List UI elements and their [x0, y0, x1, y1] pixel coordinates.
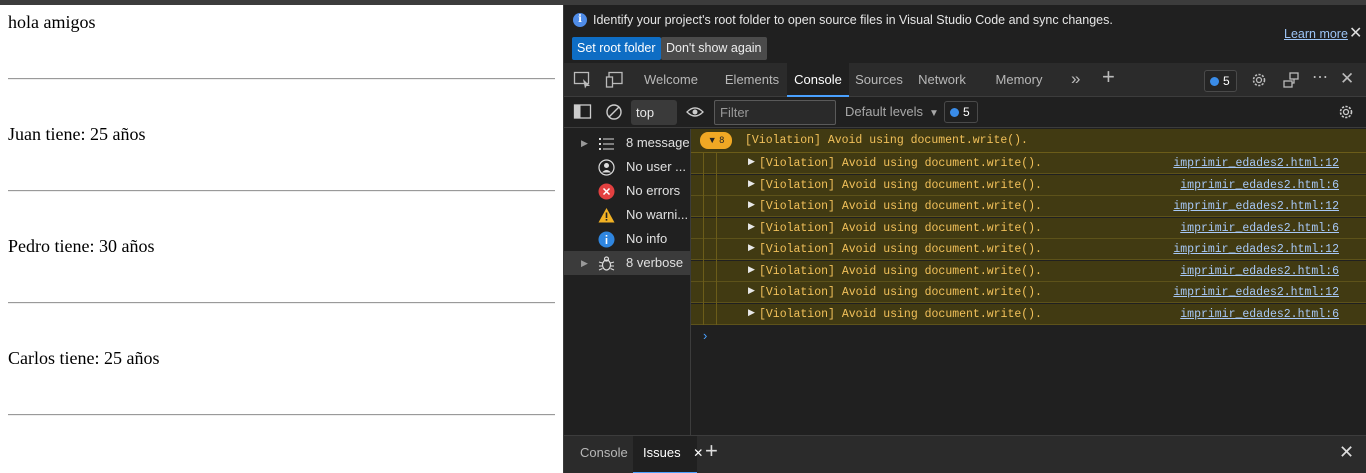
add-drawer-tab-icon[interactable]: +	[705, 436, 718, 473]
source-link[interactable]: imprimir_edades2.html:12	[1173, 243, 1339, 256]
repeat-count-badge: ▼ 8	[700, 132, 732, 149]
console-prompt-icon[interactable]: ›	[703, 328, 707, 343]
console-toolbar: top▼ Default levels▼ 5	[564, 97, 1366, 128]
console-group-message: [Violation] Avoid using document.write()…	[745, 134, 1028, 147]
connection-icon[interactable]	[1281, 71, 1301, 89]
issues-count-badge[interactable]: 5	[1204, 70, 1237, 92]
context-select[interactable]: top▼	[631, 100, 740, 125]
tab-network[interactable]: Network	[914, 63, 970, 97]
console-message-row[interactable]: ▶ [Violation] Avoid using document.write…	[691, 260, 1366, 282]
error-icon	[598, 183, 615, 200]
source-link[interactable]: imprimir_edades2.html:6	[1180, 222, 1339, 235]
console-message-row[interactable]: ▶ [Violation] Avoid using document.write…	[691, 239, 1366, 260]
horizontal-rule	[8, 302, 555, 304]
expand-arrow-icon[interactable]: ▶	[748, 264, 755, 275]
close-tab-icon[interactable]: ✕	[693, 446, 703, 460]
console-message-row[interactable]: ▶ [Violation] Avoid using document.write…	[691, 174, 1366, 196]
user-icon	[598, 159, 615, 176]
group-indent-guide	[703, 153, 704, 325]
infobar-message: Identify your project's root folder to o…	[593, 13, 1113, 27]
sidebar-item-warnings[interactable]: No warni...	[564, 203, 690, 227]
console-message-row[interactable]: ▶ [Violation] Avoid using document.write…	[691, 282, 1366, 303]
tab-memory[interactable]: Memory	[991, 63, 1047, 97]
console-output: ▼ 8 [Violation] Avoid using document.wri…	[691, 129, 1366, 435]
sidebar-item-verbose[interactable]: ▶ 8 verbose	[564, 251, 690, 275]
console-message-row[interactable]: ▶ [Violation] Avoid using document.write…	[691, 303, 1366, 325]
devtools-tab-bar: Welcome Elements Console Sources Network…	[564, 63, 1366, 97]
console-message-row[interactable]: ▶ [Violation] Avoid using document.write…	[691, 153, 1366, 174]
sidebar-item-info[interactable]: No info	[564, 227, 690, 251]
more-options-icon[interactable]: ⋯	[1312, 67, 1332, 86]
filter-input[interactable]	[714, 100, 836, 125]
info-icon: i	[573, 13, 587, 27]
console-sidebar: ▶ 8 messages No user ... No errors No wa…	[564, 129, 691, 435]
expand-arrow-icon[interactable]: ▶	[748, 156, 755, 167]
source-link[interactable]: imprimir_edades2.html:6	[1180, 179, 1339, 192]
console-message-row[interactable]: ▶ [Violation] Avoid using document.write…	[691, 196, 1366, 217]
devtools-panel: i Identify your project's root folder to…	[563, 5, 1366, 473]
close-drawer-icon[interactable]: ✕	[1339, 442, 1354, 463]
console-group-row[interactable]: ▼ 8 [Violation] Avoid using document.wri…	[691, 129, 1366, 153]
source-link[interactable]: imprimir_edades2.html:12	[1173, 200, 1339, 213]
tab-sources[interactable]: Sources	[852, 63, 906, 97]
console-settings-icon[interactable]	[1336, 103, 1356, 121]
expand-arrow-icon[interactable]: ▶	[748, 199, 755, 210]
info-icon	[598, 231, 615, 248]
drawer-tab-console[interactable]: Console	[580, 436, 630, 473]
tab-console[interactable]: Console	[787, 63, 849, 97]
message-icon	[950, 108, 959, 117]
console-message-row[interactable]: ▶ [Violation] Avoid using document.write…	[691, 217, 1366, 239]
log-levels-dropdown[interactable]: Default levels ▼	[845, 104, 939, 119]
horizontal-rule	[8, 414, 555, 416]
expand-arrow-icon[interactable]: ▶	[748, 242, 755, 253]
source-link[interactable]: imprimir_edades2.html:12	[1173, 286, 1339, 299]
page-text-line: Juan tiene: 25 años	[8, 124, 146, 144]
close-icon[interactable]: ✕	[1349, 23, 1362, 43]
drawer-tab-issues[interactable]: Issues ✕	[633, 436, 703, 473]
horizontal-rule	[8, 78, 555, 80]
clear-console-icon[interactable]	[604, 103, 624, 121]
gear-icon[interactable]	[1249, 71, 1269, 89]
message-icon	[1210, 77, 1219, 86]
bug-icon	[598, 255, 615, 272]
learn-more-link[interactable]: Learn more	[1284, 27, 1348, 41]
expand-arrow-icon: ▶	[581, 258, 588, 268]
chevron-down-icon: ▼	[929, 108, 939, 119]
add-tab-icon[interactable]: +	[1102, 66, 1122, 88]
tab-welcome[interactable]: Welcome	[637, 63, 705, 97]
inspect-element-icon[interactable]	[573, 71, 593, 89]
horizontal-rule	[8, 190, 555, 192]
expand-arrow-icon[interactable]: ▶	[748, 221, 755, 232]
eye-icon[interactable]	[685, 103, 705, 121]
sidebar-item-errors[interactable]: No errors	[564, 179, 690, 203]
more-tabs-icon[interactable]: »	[1071, 69, 1091, 88]
expand-arrow-icon[interactable]: ▶	[748, 285, 755, 296]
warning-icon	[598, 207, 615, 224]
page-text-line: Pedro tiene: 30 años	[8, 236, 155, 256]
issues-count-badge[interactable]: 5	[944, 101, 978, 123]
source-link[interactable]: imprimir_edades2.html:6	[1180, 308, 1339, 321]
set-root-folder-button[interactable]: Set root folder	[572, 37, 661, 60]
close-devtools-icon[interactable]: ✕	[1340, 69, 1360, 88]
source-link[interactable]: imprimir_edades2.html:12	[1173, 157, 1339, 170]
device-emulation-icon[interactable]	[605, 71, 625, 89]
expand-arrow-icon[interactable]: ▶	[748, 307, 755, 318]
expand-arrow-icon: ▶	[581, 138, 588, 148]
tab-elements[interactable]: Elements	[719, 63, 785, 97]
devtools-drawer: Console Issues ✕ + ✕	[564, 435, 1366, 473]
list-icon	[598, 135, 615, 152]
source-link[interactable]: imprimir_edades2.html:6	[1180, 265, 1339, 278]
sidebar-item-user-messages[interactable]: No user ...	[564, 155, 690, 179]
sidebar-item-messages[interactable]: ▶ 8 messages	[564, 131, 690, 155]
dont-show-again-button[interactable]: Don't show again	[661, 37, 767, 60]
page-text-line: hola amigos	[8, 12, 96, 32]
page-viewport: hola amigos Juan tiene: 25 años Pedro ti…	[0, 5, 563, 473]
page-text-line: Carlos tiene: 25 años	[8, 348, 160, 368]
expand-arrow-icon[interactable]: ▶	[748, 178, 755, 189]
sidebar-toggle-icon[interactable]	[573, 103, 593, 121]
vscode-infobar: i Identify your project's root folder to…	[564, 5, 1366, 63]
group-indent-guide	[716, 153, 717, 325]
